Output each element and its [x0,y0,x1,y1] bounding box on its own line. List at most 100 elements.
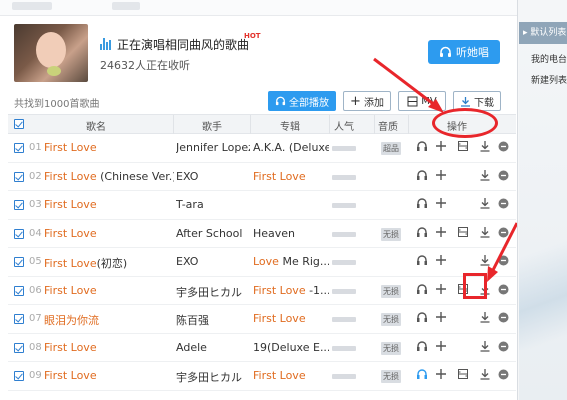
singer-name[interactable]: 宇多田ヒカル [176,369,250,385]
headphones-icon[interactable] [416,226,430,242]
film-icon[interactable] [457,368,471,384]
plus-icon[interactable] [435,226,449,242]
song-row[interactable]: 07 眼泪为你流 陈百强 First Love 无损 [8,305,516,334]
song-row[interactable]: 02 First Love (Chinese Ver.) EXO First Love [8,163,516,191]
plus-icon[interactable] [435,340,449,356]
headphones-icon[interactable] [416,140,430,156]
song-name[interactable]: First Love [44,227,174,240]
singer-name[interactable]: Adele [176,341,250,354]
headphones-icon[interactable] [416,311,430,327]
singer-name[interactable]: After School [176,227,250,240]
plus-icon[interactable] [435,197,449,213]
album-name[interactable]: 19(Deluxe E... [253,341,329,354]
sidebar-item-my-radio[interactable]: 我的电台 [531,52,567,65]
row-checkbox[interactable] [14,371,24,381]
more-icon[interactable] [498,170,512,186]
song-row[interactable]: 08 First Love Adele 19(Deluxe E... 无损 [8,334,516,362]
song-name[interactable]: First Love (Chinese Ver.) [44,170,174,183]
more-icon[interactable] [498,198,512,214]
select-all-checkbox[interactable] [14,119,24,129]
popularity-bar [332,203,356,208]
singer-name[interactable]: Jennifer Lopez [176,141,250,154]
song-name[interactable]: First Love [44,141,174,154]
headphones-icon[interactable] [416,340,430,356]
album-name[interactable]: Heaven [253,227,329,240]
singer-name[interactable]: 陈百强 [176,312,250,328]
album-name[interactable]: First Love [253,170,329,183]
plus-icon[interactable] [435,311,449,327]
download-icon[interactable] [479,340,493,356]
row-checkbox[interactable] [14,200,24,210]
plus-icon[interactable] [435,169,449,185]
listener-count: 24632人正在收听 [100,59,190,72]
album-name[interactable]: First Love [253,369,329,382]
singer-name[interactable]: T-ara [176,198,250,211]
song-name[interactable]: First Love [44,284,174,297]
row-number: 09 [29,370,42,381]
song-row[interactable]: 04 First Love After School Heaven 无损 [8,220,516,248]
row-actions [413,140,513,156]
plus-icon[interactable] [435,283,449,299]
song-name[interactable]: First Love [44,369,174,382]
headphones-icon[interactable] [416,254,430,270]
download-icon[interactable] [479,197,493,213]
row-checkbox[interactable] [14,342,24,353]
column-singer[interactable]: 歌手 [202,118,222,133]
singer-name[interactable]: EXO [176,255,250,268]
more-icon[interactable] [498,284,512,300]
column-song-name[interactable]: 歌名 [86,118,106,133]
column-album[interactable]: 专辑 [280,118,300,133]
plus-icon[interactable] [435,368,449,384]
play-all-button[interactable]: 全部播放 [268,91,336,111]
headphones-icon[interactable] [416,368,430,384]
row-actions [413,311,513,327]
playlist-sidebar: ▸ 默认列表 我的电台 新建列表 [519,0,567,400]
film-icon[interactable] [457,226,471,242]
headphones-icon[interactable] [416,169,430,185]
more-icon[interactable] [498,341,512,357]
sidebar-item-new-list[interactable]: 新建列表 [531,73,567,86]
row-number: 07 [29,313,42,324]
song-name[interactable]: First Love [44,198,174,211]
plus-icon[interactable] [435,254,449,270]
album-name[interactable]: Love Me Rig... [253,255,329,268]
row-checkbox[interactable] [14,143,24,153]
row-checkbox[interactable] [14,171,24,182]
row-checkbox[interactable] [14,257,24,267]
singer-name[interactable]: 宇多田ヒカル [176,284,250,300]
row-checkbox[interactable] [14,228,24,239]
popularity-bar [332,345,356,351]
column-popularity[interactable]: 人气 [334,118,354,133]
album-name[interactable]: First Love -1... [253,284,329,297]
singer-name[interactable]: EXO [176,170,250,183]
download-icon[interactable] [479,368,493,384]
song-row[interactable]: 05 First Love(初恋) EXO Love Me Rig... [8,248,516,277]
song-row[interactable]: 09 First Love 宇多田ヒカル First Love 无损 [8,362,516,391]
listen-button-label: 听她唱 [456,46,489,59]
song-name[interactable]: First Love(初恋) [44,255,174,271]
album-name[interactable]: First Love [253,312,329,325]
hot-badge: HOT [244,32,261,40]
song-row[interactable]: 06 First Love 宇多田ヒカル First Love -1... 无损 [8,277,516,305]
headphones-icon[interactable] [416,283,430,299]
more-icon[interactable] [498,141,512,157]
more-icon[interactable] [498,312,512,328]
album-name[interactable]: A.K.A. (Deluxe) [253,141,329,154]
plus-icon[interactable] [435,140,449,156]
column-quality[interactable]: 音质 [378,118,398,133]
song-row[interactable]: 03 First Love T-ara [8,191,516,220]
download-icon[interactable] [479,140,493,156]
row-checkbox[interactable] [14,285,24,296]
download-icon[interactable] [479,311,493,327]
artist-avatar[interactable] [14,24,88,82]
song-row[interactable]: 01 First Love Jennifer Lopez A.K.A. (Deluxe… [8,134,516,163]
download-icon[interactable] [479,169,493,185]
song-name[interactable]: First Love [44,341,174,354]
sidebar-item-default-list[interactable]: ▸ 默认列表 [519,22,567,44]
headphones-icon[interactable] [416,197,430,213]
popularity-bar [332,174,356,180]
song-name[interactable]: 眼泪为你流 [44,312,174,328]
row-checkbox[interactable] [14,314,24,324]
more-icon[interactable] [498,369,512,385]
film-icon[interactable] [457,140,471,156]
